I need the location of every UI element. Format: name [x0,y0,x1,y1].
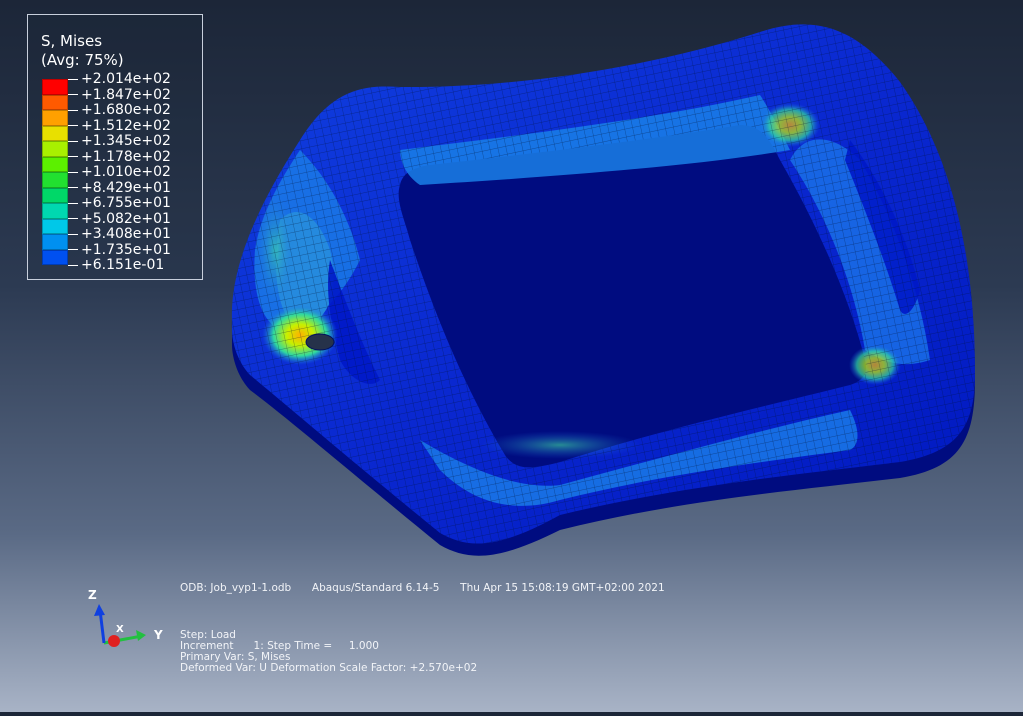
solver-version: Abaqus/Standard 6.14-5 [311,582,440,594]
legend-value: +1.735e+01 [68,243,171,257]
deformed-var-label: Deformed Var: U Deformation Scale Factor… [180,662,478,674]
legend-value: +1.512e+02 [68,119,171,133]
legend-title: S, Mises [41,32,103,50]
legend-subtitle: (Avg: 75%) [41,51,124,69]
legend-value: +5.082e+01 [68,212,171,226]
legend-value: +8.429e+01 [68,181,171,195]
legend-value: +1.680e+02 [68,103,171,117]
legend-swatch [42,187,68,203]
legend-swatch [42,249,68,265]
odb-info: ODB: Job_vyp1-1.odb Abaqus/Standard 6.14… [180,583,665,594]
legend-value: +1.345e+02 [68,134,171,148]
run-timestamp: Thu Apr 15 15:08:19 GMT+02:00 2021 [460,582,665,594]
legend-swatch [42,203,68,219]
legend-value: +1.178e+02 [68,150,171,164]
legend-value: +1.010e+02 [68,165,171,179]
legend-value: +2.014e+02 [68,72,171,86]
legend-swatch [42,125,68,141]
legend-swatch [42,218,68,234]
stress-legend: S, Mises (Avg: 75%) +2.014e+02 +1.847e+02… [27,14,203,280]
step-info: Step: Load Increment 1: Step Time = 1.00… [180,630,477,674]
triad-z-label: Z [88,588,97,602]
bolt-hole [305,333,335,351]
legend-swatch [42,172,68,188]
legend-swatch [42,234,68,250]
triad-y-label: Y [154,628,163,642]
triad-x-label: X [116,624,124,635]
legend-swatch [42,94,68,110]
legend-value: +1.847e+02 [68,88,171,102]
legend-value: +6.755e+01 [68,196,171,210]
legend-color-bar [42,79,68,265]
legend-value: +6.151e-01 [68,258,164,272]
legend-swatch [42,156,68,172]
legend-swatch [42,79,68,95]
legend-swatch [42,110,68,126]
legend-swatch [42,141,68,157]
view-triad: Z Y X [84,586,174,656]
legend-value: +3.408e+01 [68,227,171,241]
triad-axes-icon [94,604,146,647]
odb-file: ODB: Job_vyp1-1.odb [180,582,292,594]
